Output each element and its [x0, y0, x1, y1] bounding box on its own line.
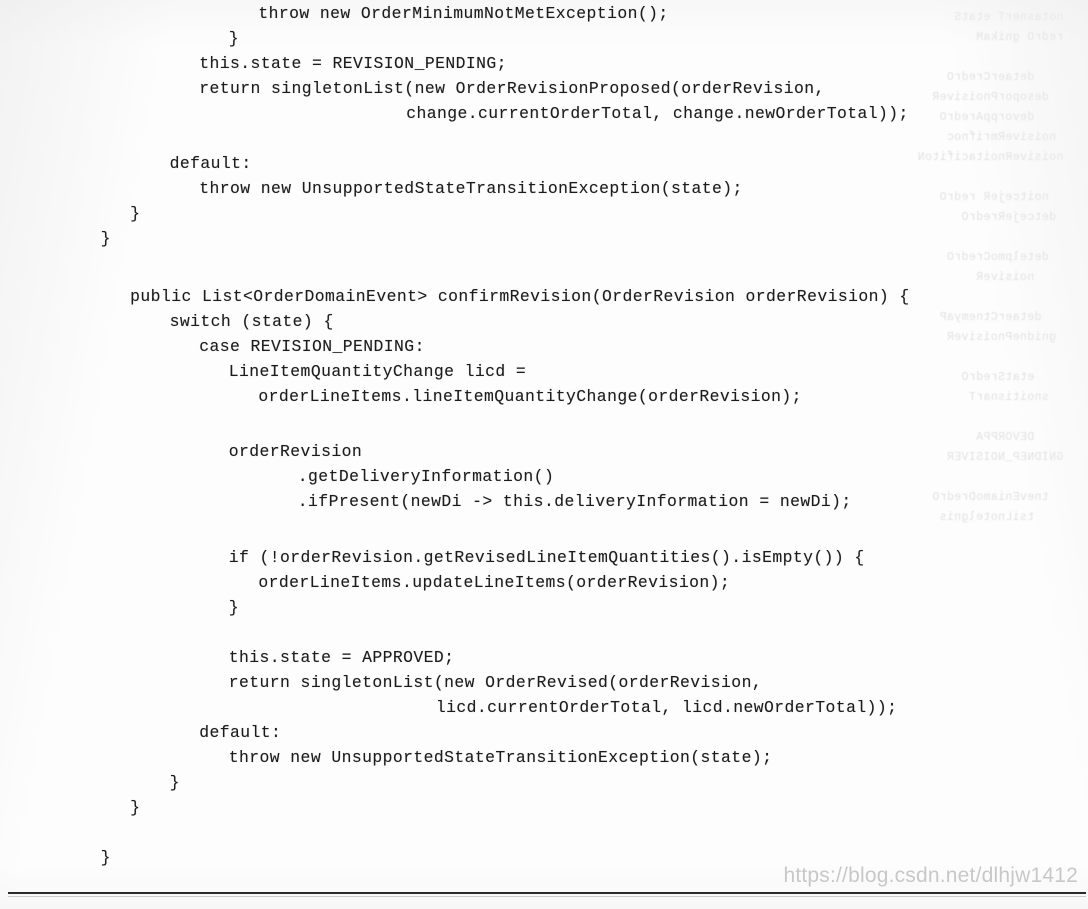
code-line: switch (state) { — [169, 312, 334, 331]
code-line: throw new UnsupportedStateTransitionExce… — [228, 748, 773, 767]
code-line: orderRevision — [228, 442, 363, 461]
code-line: } — [100, 229, 111, 248]
code-line: change.currentOrderTotal, change.newOrde… — [406, 104, 909, 123]
code-line: case REVISION_PENDING: — [199, 337, 425, 356]
code-line: } — [228, 598, 240, 617]
code-line: default: — [169, 154, 252, 173]
code-line: return singletonList(new OrderRevised(or… — [228, 673, 763, 692]
code-line: LineItemQuantityChange licd = — [228, 362, 527, 381]
code-line: } — [130, 798, 141, 817]
code-line: } — [228, 29, 240, 48]
code-line: .ifPresent(newDi -> this.deliveryInforma… — [297, 492, 852, 511]
code-line: } — [130, 204, 141, 223]
code-line: this.state = REVISION_PENDING; — [199, 54, 507, 73]
code-line: public List<OrderDomainEvent> confirmRev… — [130, 287, 910, 306]
code-line: orderLineItems.lineItemQuantityChange(or… — [258, 387, 802, 406]
bottom-rule-divider — [8, 892, 1086, 894]
code-line: default: — [199, 723, 282, 742]
code-line: return singletonList(new OrderRevisionPr… — [199, 79, 825, 98]
code-line: licd.currentOrderTotal, licd.newOrderTot… — [435, 698, 898, 717]
code-line: throw new OrderMinimumNotMetException(); — [258, 4, 669, 23]
code-line: throw new UnsupportedStateTransitionExce… — [199, 179, 743, 198]
code-line: orderLineItems.updateLineItems(orderRevi… — [258, 573, 731, 592]
code-line: if (!orderRevision.getRevisedLineItemQua… — [228, 548, 865, 567]
code-listing: throw new OrderMinimumNotMetException();… — [0, 0, 1088, 909]
csdn-watermark: https://blog.csdn.net/dlhjw1412 — [783, 864, 1078, 887]
bottom-rule-shadow — [8, 896, 1086, 897]
code-line: } — [100, 848, 111, 867]
code-line: this.state = APPROVED; — [228, 648, 455, 667]
code-line: .getDeliveryInformation() — [297, 467, 555, 486]
scanned-page: notasnerT etatS redrO gnikaM detaerCredr… — [0, 0, 1088, 909]
code-line: } — [169, 773, 180, 792]
